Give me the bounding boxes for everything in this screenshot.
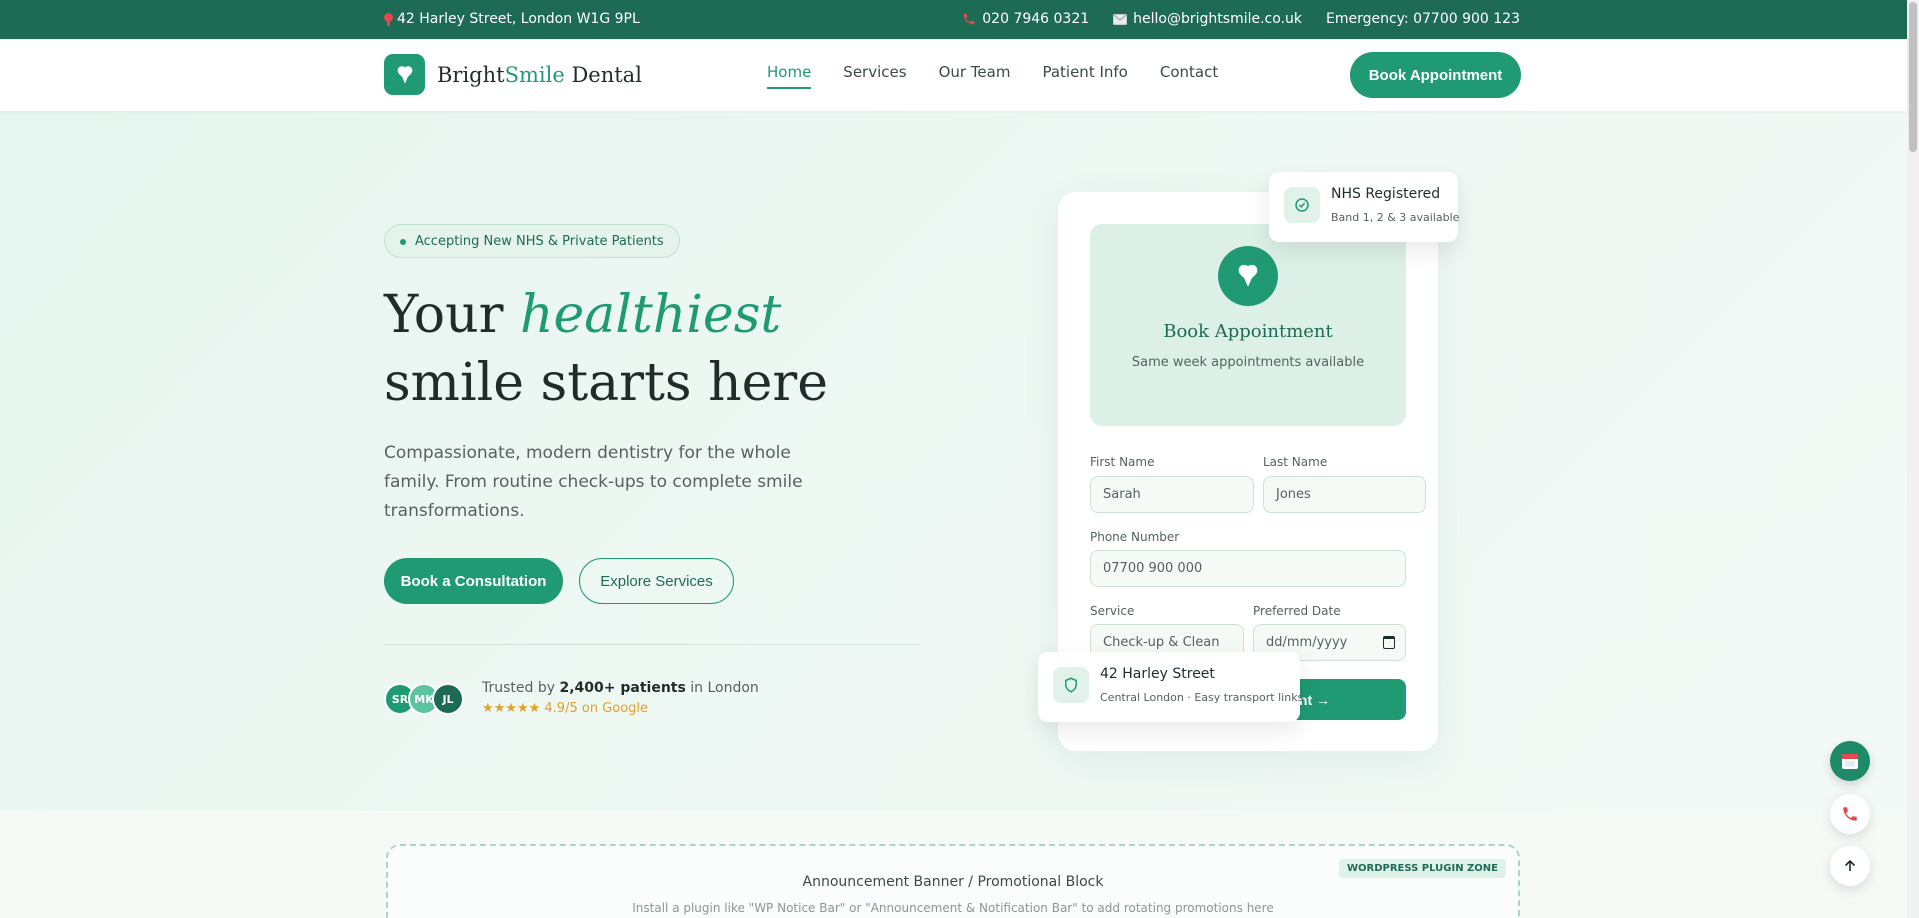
main-nav: Home Services Our Team Patient Info Cont…: [767, 63, 1218, 89]
site-logo[interactable]: BrightSmile Dental: [384, 54, 642, 95]
avatar: JL: [432, 683, 464, 715]
nav-our-team[interactable]: Our Team: [939, 63, 1011, 89]
preferred-date-label: Preferred Date: [1253, 604, 1341, 618]
nhs-subtitle: Band 1, 2 & 3 available: [1331, 211, 1460, 224]
phone-icon: [1843, 807, 1857, 821]
brand-name: BrightSmile Dental: [437, 62, 642, 87]
google-rating: ★★★★★ 4.9/5 on Google: [482, 701, 649, 716]
nav-patient-info[interactable]: Patient Info: [1042, 63, 1127, 89]
plugin-zone: WORDPRESS PLUGIN ZONE Announcement Banne…: [386, 844, 1520, 918]
booking-card-title: Book Appointment: [1163, 321, 1333, 342]
phone-text: 020 7946 0321: [982, 11, 1090, 27]
phone-number-field[interactable]: 07700 900 000: [1090, 550, 1406, 587]
top-info-bar: 42 Harley Street, London W1G 9PL 020 794…: [0, 0, 1919, 39]
back-to-top-button[interactable]: [1830, 846, 1870, 886]
calendar-icon: [1842, 754, 1858, 769]
address-text: 42 Harley Street, London W1G 9PL: [397, 11, 640, 27]
site-header: BrightSmile Dental Home Services Our Tea…: [0, 39, 1907, 111]
calendar-icon: [1383, 636, 1395, 649]
phone-info[interactable]: 020 7946 0321: [962, 11, 1089, 27]
service-label: Service: [1090, 604, 1135, 618]
phone-number-label: Phone Number: [1090, 530, 1180, 544]
first-name-field[interactable]: Sarah: [1090, 476, 1254, 513]
nhs-registered-badge: NHS Registered Band 1, 2 & 3 available: [1269, 172, 1460, 242]
last-name-label: Last Name: [1263, 455, 1328, 469]
email-info[interactable]: hello@brightsmile.co.uk: [1113, 11, 1302, 27]
book-appointment-button[interactable]: Book Appointment: [1350, 52, 1521, 98]
tooth-logo-icon: [384, 54, 425, 95]
call-fab-button[interactable]: [1830, 794, 1870, 834]
hero-title: Your healthiest smile starts here: [384, 285, 829, 413]
announcement-section: WORDPRESS PLUGIN ZONE Announcement Banne…: [0, 811, 1907, 918]
phone-icon: [964, 13, 975, 25]
explore-services-button[interactable]: Explore Services: [579, 558, 734, 604]
tooth-icon: [1218, 246, 1278, 306]
plugin-zone-title: Announcement Banner / Promotional Block: [802, 874, 1104, 890]
mail-icon: [1113, 13, 1128, 25]
booking-card-header: Book Appointment Same week appointments …: [1090, 224, 1406, 426]
hero-subtitle: Compassionate, modern dentistry for the …: [384, 443, 803, 521]
first-name-label: First Name: [1090, 455, 1155, 469]
location-subtitle: Central London · Easy transport links: [1100, 691, 1304, 704]
nav-home[interactable]: Home: [767, 63, 812, 89]
booking-card-description: Same week appointments available: [1131, 355, 1365, 370]
email-text: hello@brightsmile.co.uk: [1133, 11, 1302, 27]
map-pin-icon: [384, 12, 393, 26]
scrollbar-thumb[interactable]: [1909, 2, 1917, 152]
check-circle-icon: [1284, 187, 1320, 223]
emergency-text: Emergency: 07700 900 123: [1326, 11, 1520, 27]
location-badge: 42 Harley Street Central London · Easy t…: [1038, 652, 1304, 722]
plugin-zone-description: Install a plugin like "WP Notice Bar" or…: [632, 901, 1274, 915]
patient-avatars: SR MK JL: [384, 683, 464, 715]
nhs-title: NHS Registered: [1331, 186, 1441, 202]
address-info: 42 Harley Street, London W1G 9PL: [384, 11, 640, 27]
new-patients-badge: Accepting New NHS & Private Patients: [384, 224, 680, 258]
hero-divider: [384, 644, 920, 645]
emergency-info[interactable]: Emergency: 07700 900 123: [1326, 11, 1520, 27]
trust-text: Trusted by 2,400+ patients in London: [482, 680, 759, 696]
hero-section: Accepting New NHS & Private Patients You…: [0, 111, 1907, 811]
last-name-field[interactable]: Jones: [1263, 476, 1426, 513]
nav-services[interactable]: Services: [843, 63, 906, 89]
shield-icon: [1053, 667, 1089, 703]
book-consultation-button[interactable]: Book a Consultation: [384, 558, 563, 604]
calendar-fab-button[interactable]: [1830, 741, 1870, 781]
arrow-up-icon: [1844, 859, 1856, 871]
nav-contact[interactable]: Contact: [1160, 63, 1218, 89]
location-title: 42 Harley Street: [1100, 666, 1215, 682]
